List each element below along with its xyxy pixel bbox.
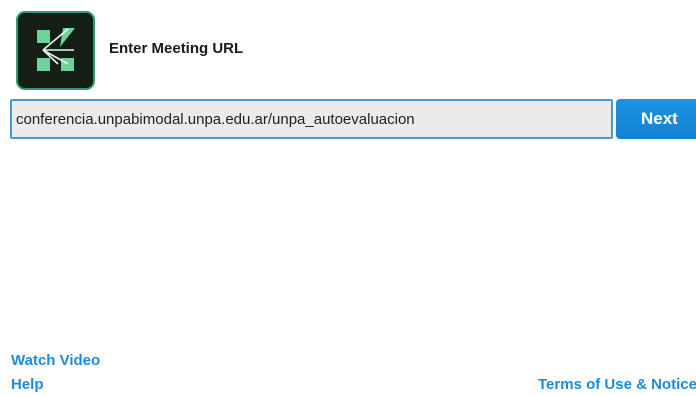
watch-video-link[interactable]: Watch Video <box>11 352 100 370</box>
page-title: Enter Meeting URL <box>109 40 244 57</box>
adobe-connect-icon <box>16 11 95 90</box>
meeting-url-input[interactable] <box>10 99 613 139</box>
next-button[interactable]: Next <box>616 99 696 139</box>
adobe-connect-icon-graphic <box>37 28 75 71</box>
terms-of-use-link[interactable]: Terms of Use & Notices <box>538 376 696 394</box>
help-link[interactable]: Help <box>11 376 44 394</box>
